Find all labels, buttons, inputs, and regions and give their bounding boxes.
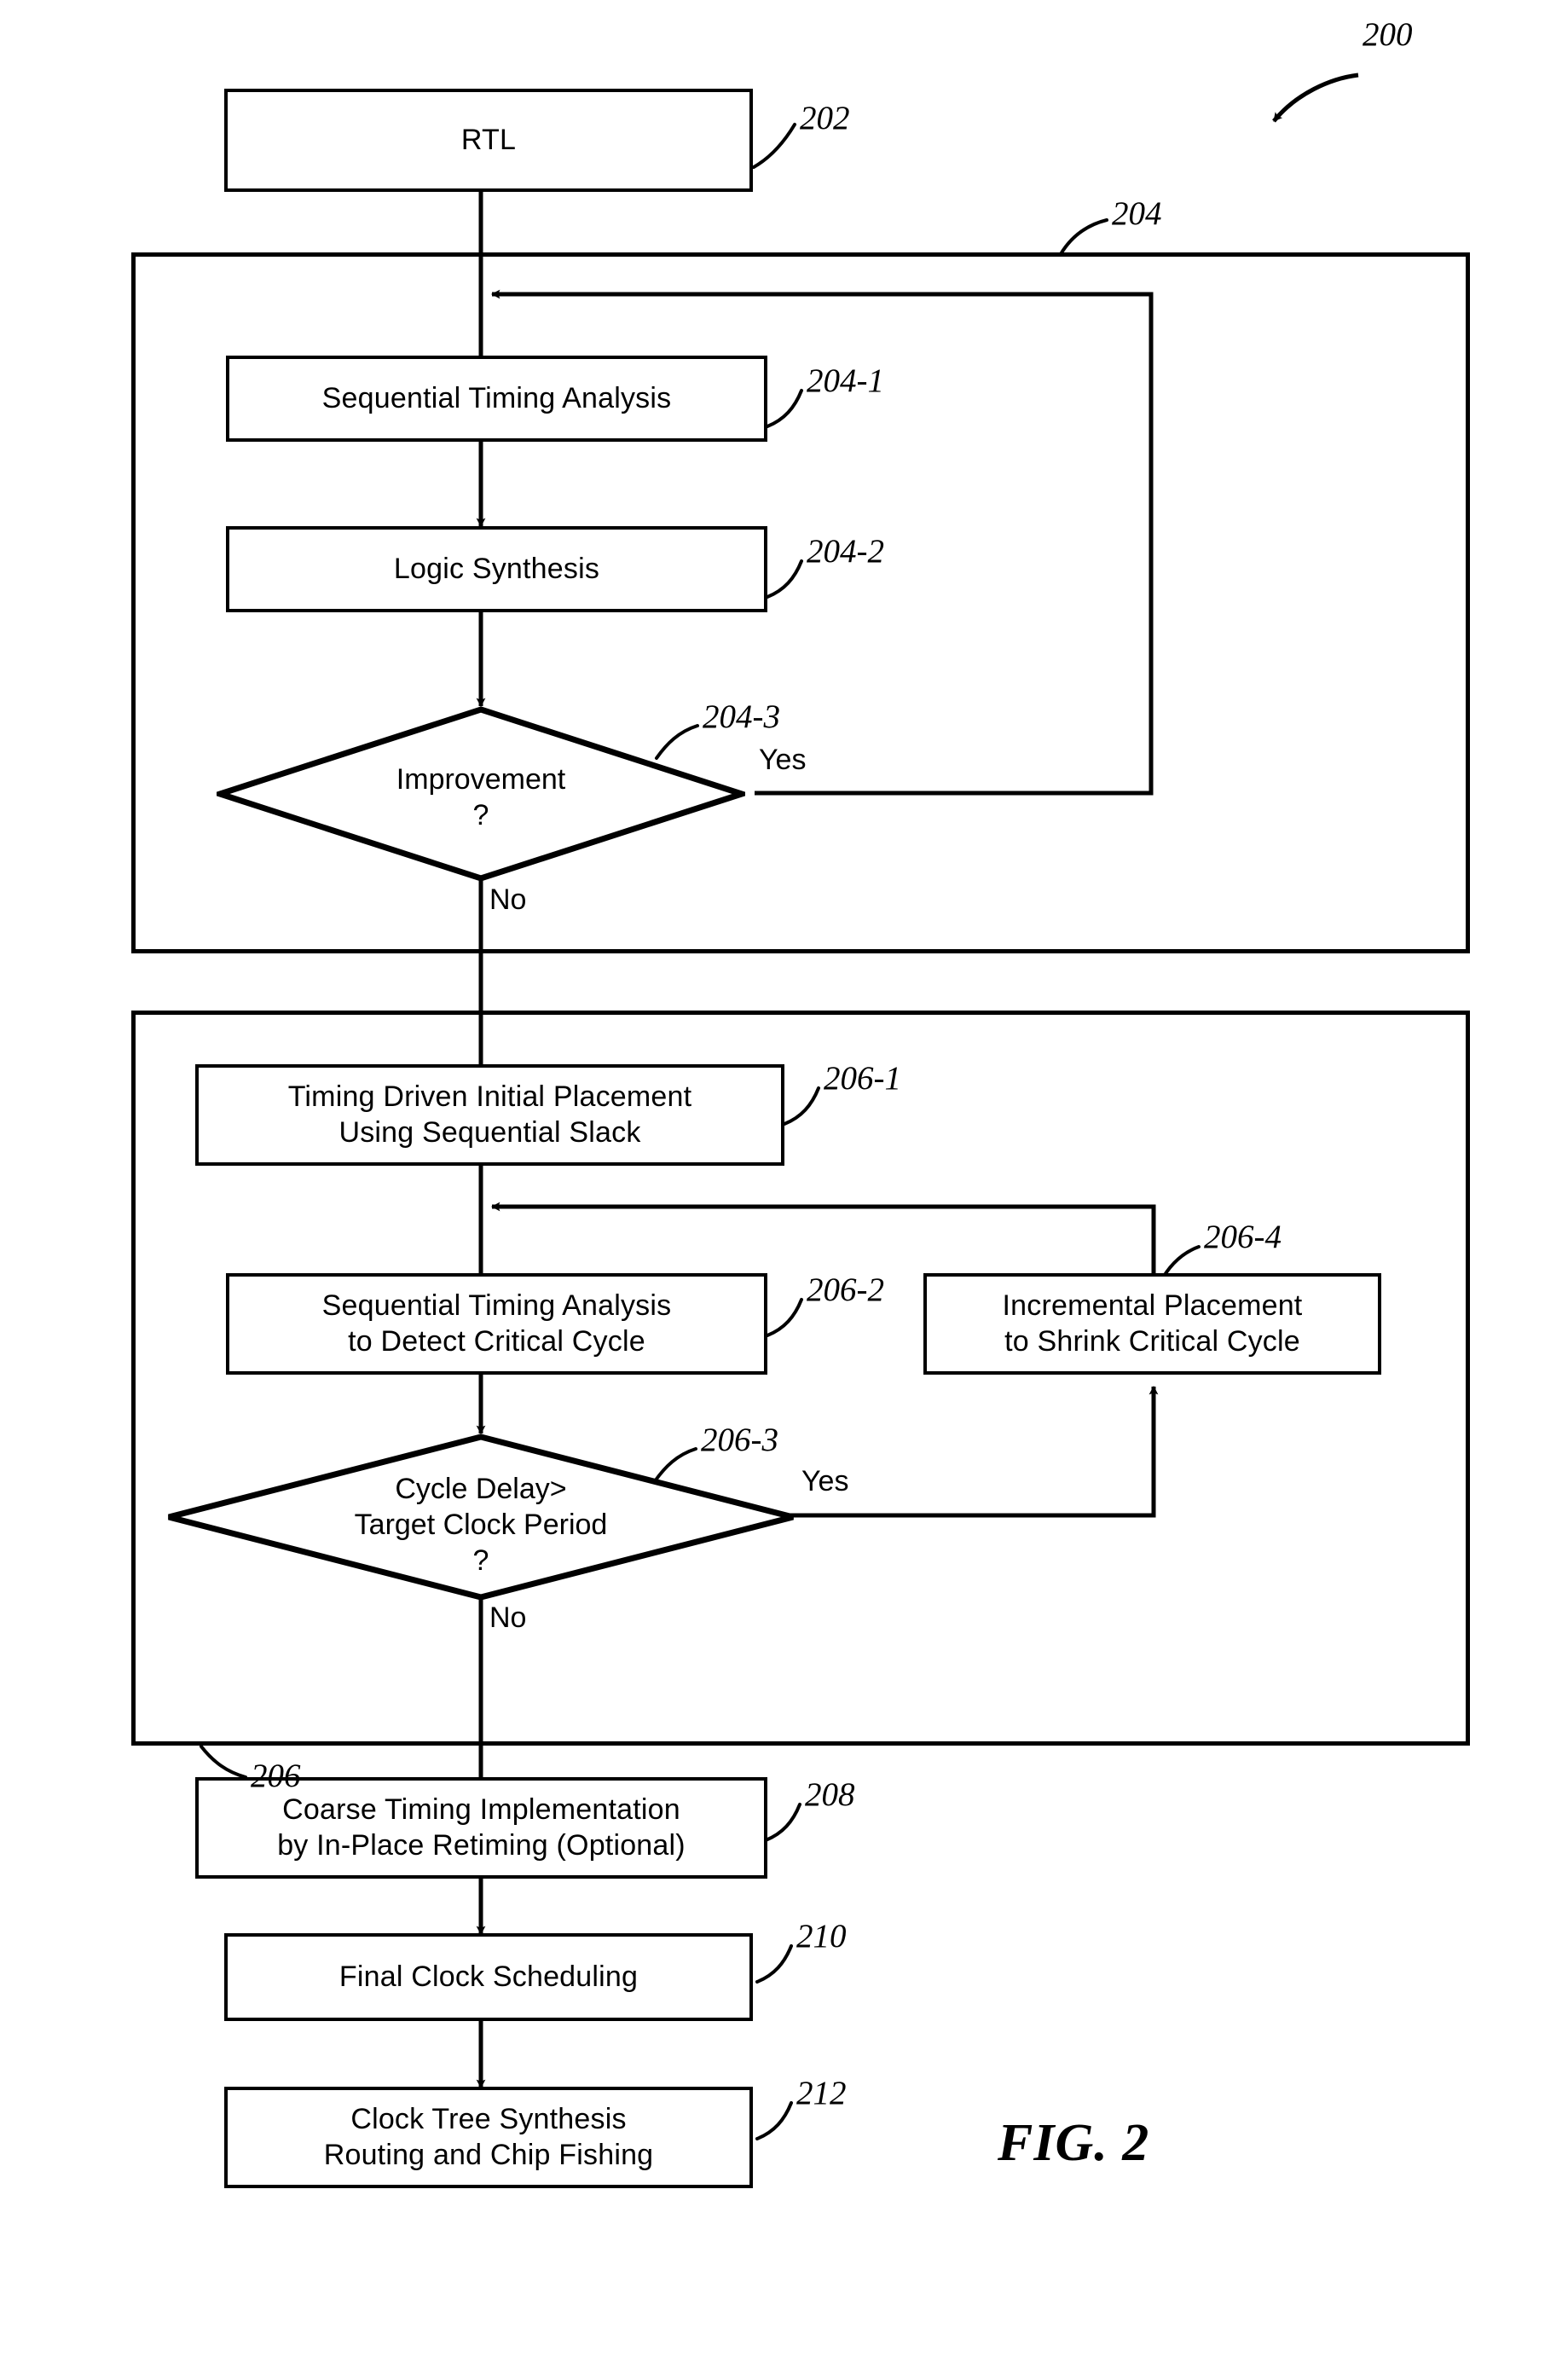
ref-200: 200 xyxy=(1363,16,1413,53)
node-coarse-line2: by In-Place Retiming (Optional) xyxy=(277,1828,686,1862)
node-incr-line2: to Shrink Critical Cycle xyxy=(1004,1324,1300,1358)
ref-212: 212 xyxy=(796,2075,847,2111)
node-timing-driven-initial-placement[interactable]: Timing Driven Initial Placement Using Se… xyxy=(195,1064,784,1166)
ref-204: 204 xyxy=(1112,195,1162,232)
node-logic-synthesis-line1: Logic Synthesis xyxy=(393,552,600,585)
node-incr-line1: Incremental Placement xyxy=(1002,1289,1303,1323)
ref-leader-212 xyxy=(755,2101,793,2140)
ref-206-1: 206-1 xyxy=(824,1060,901,1097)
ref-202: 202 xyxy=(800,100,850,136)
decision-improvement[interactable]: Improvement ? xyxy=(217,706,745,882)
ref-204-3: 204-3 xyxy=(703,698,780,735)
node-rtl[interactable]: RTL xyxy=(224,89,753,192)
node-fcs-line1: Final Clock Scheduling xyxy=(338,1960,639,1993)
branch-label-cycle-yes: Yes xyxy=(801,1465,849,1497)
node-coarse-line1: Coarse Timing Implementation xyxy=(282,1793,680,1827)
node-sta2-line1: Sequential Timing Analysis xyxy=(321,1289,672,1323)
node-cts-line1: Clock Tree Synthesis xyxy=(350,2103,627,2136)
ref-206-4: 206-4 xyxy=(1204,1219,1282,1255)
figure-caption: FIG. 2 xyxy=(998,2114,1150,2172)
ref-204-2: 204-2 xyxy=(807,533,884,570)
branch-label-improvement-yes: Yes xyxy=(759,744,807,776)
ref-leader-206 xyxy=(200,1745,247,1779)
node-rtl-line1: RTL xyxy=(460,123,517,156)
node-tdip-line2: Using Sequential Slack xyxy=(338,1115,641,1149)
overall-ref-leader xyxy=(1272,72,1359,123)
ref-210: 210 xyxy=(796,1918,847,1955)
ref-leader-202 xyxy=(752,123,796,169)
ref-206-2: 206-2 xyxy=(807,1271,884,1308)
ref-206-3: 206-3 xyxy=(701,1422,778,1458)
node-incremental-placement[interactable]: Incremental Placement to Shrink Critical… xyxy=(923,1273,1381,1375)
node-tdip-line1: Timing Driven Initial Placement xyxy=(287,1080,692,1114)
ref-208: 208 xyxy=(805,1776,855,1813)
node-cts-line2: Routing and Chip Fishing xyxy=(323,2138,654,2171)
node-sta2-line2: to Detect Critical Cycle xyxy=(348,1324,645,1358)
ref-leader-210 xyxy=(755,1944,793,1984)
ref-204-1: 204-1 xyxy=(807,362,884,399)
patent-figure-page: RTL Sequential Timing Analysis Logic Syn… xyxy=(0,0,1568,2363)
ref-leader-204 xyxy=(1059,218,1108,256)
node-sequential-timing-analysis[interactable]: Sequential Timing Analysis xyxy=(226,356,767,442)
node-sta-line1: Sequential Timing Analysis xyxy=(321,381,672,414)
node-clock-tree-synthesis[interactable]: Clock Tree Synthesis Routing and Chip Fi… xyxy=(224,2087,753,2188)
branch-label-improvement-no: No xyxy=(489,883,527,916)
node-final-clock-scheduling[interactable]: Final Clock Scheduling xyxy=(224,1933,753,2021)
node-logic-synthesis[interactable]: Logic Synthesis xyxy=(226,526,767,612)
branch-label-cycle-no: No xyxy=(489,1601,527,1634)
node-sequential-timing-analysis-critical-cycle[interactable]: Sequential Timing Analysis to Detect Cri… xyxy=(226,1273,767,1375)
ref-leader-208 xyxy=(764,1803,801,1842)
ref-206: 206 xyxy=(251,1758,301,1794)
